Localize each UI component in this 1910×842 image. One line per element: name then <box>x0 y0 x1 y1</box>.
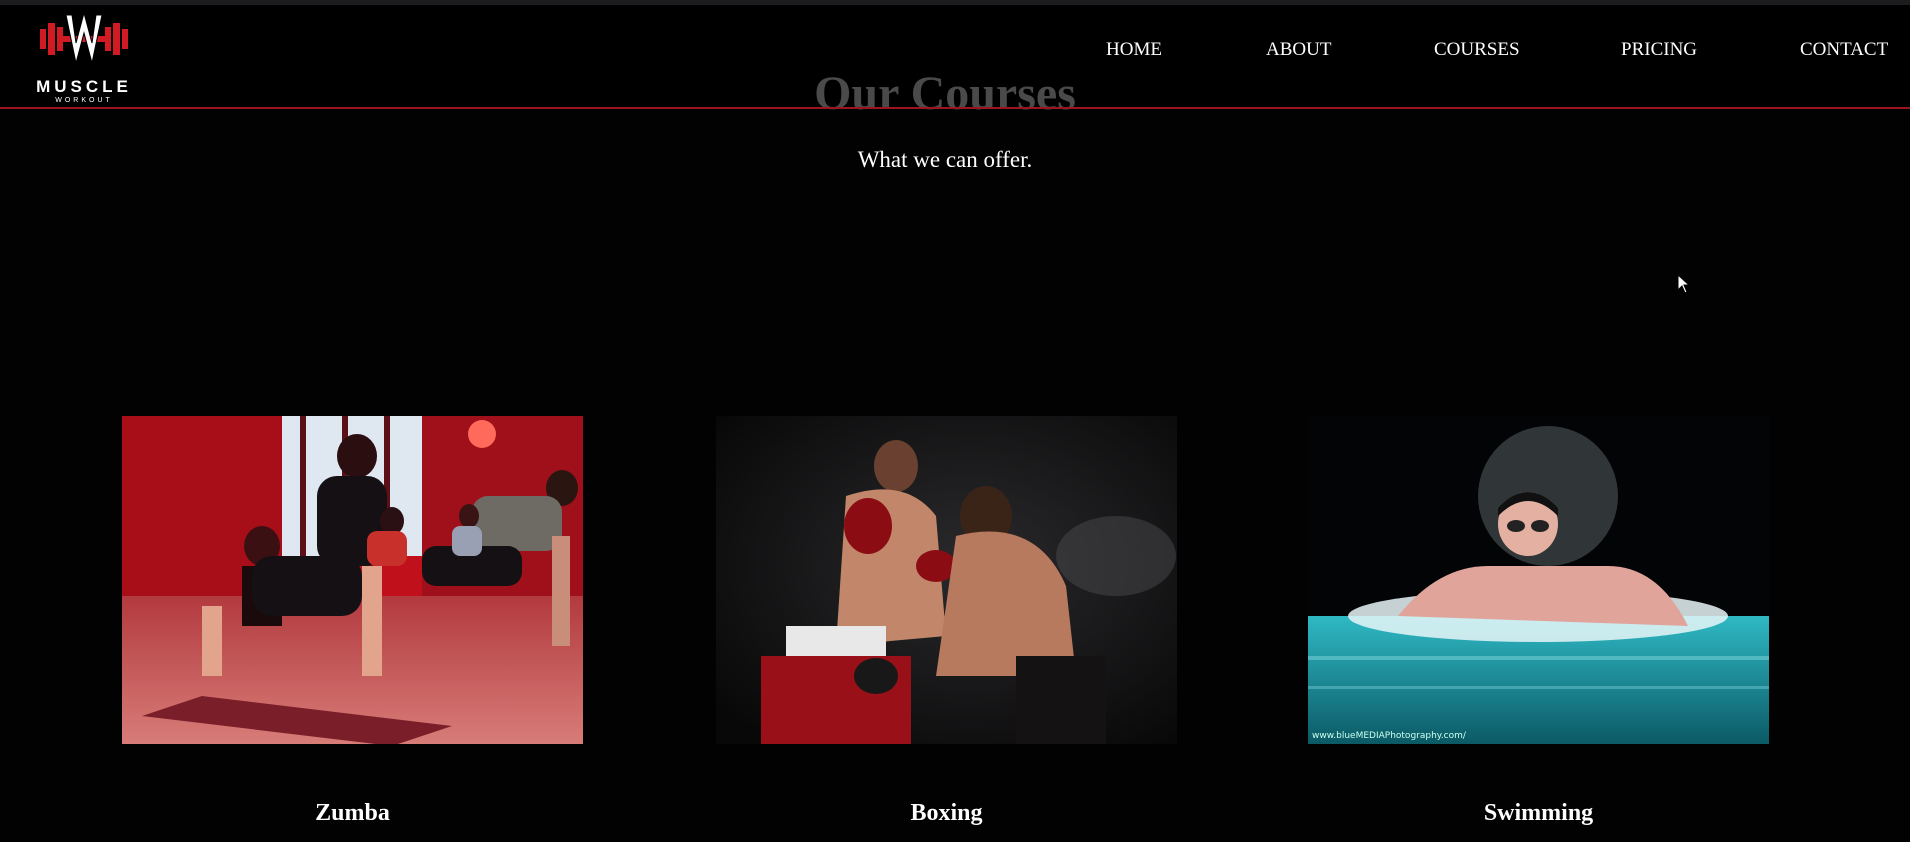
nav-home[interactable]: HOME <box>1106 39 1162 61</box>
header-divider <box>0 107 1910 109</box>
nav-about[interactable]: ABOUT <box>1266 39 1331 61</box>
boxing-image[interactable] <box>716 416 1177 744</box>
nav-contact[interactable]: CONTACT <box>1800 39 1888 61</box>
zumba-image[interactable] <box>122 416 583 744</box>
dumbbell-logo-icon <box>40 11 128 64</box>
section-title: Our Courses <box>814 67 1076 120</box>
course-title-zumba: Zumba <box>315 800 390 826</box>
mouse-cursor-icon <box>1677 273 1691 299</box>
nav-courses[interactable]: COURSES <box>1434 39 1520 61</box>
swimming-photo-credit: www.blueMEDIAPhotography.com/ <box>1312 731 1467 741</box>
course-title-boxing: Boxing <box>910 800 983 826</box>
section-subtitle: What we can offer. <box>857 147 1033 172</box>
course-title-swimming: Swimming <box>1483 800 1594 826</box>
swimming-image[interactable]: www.blueMEDIAPhotography.com/ <box>1308 416 1769 744</box>
page: MUSCLE WORKOUT HOME ABOUT COURSES PRICIN… <box>0 0 1910 842</box>
nav-pricing[interactable]: PRICING <box>1621 39 1697 61</box>
